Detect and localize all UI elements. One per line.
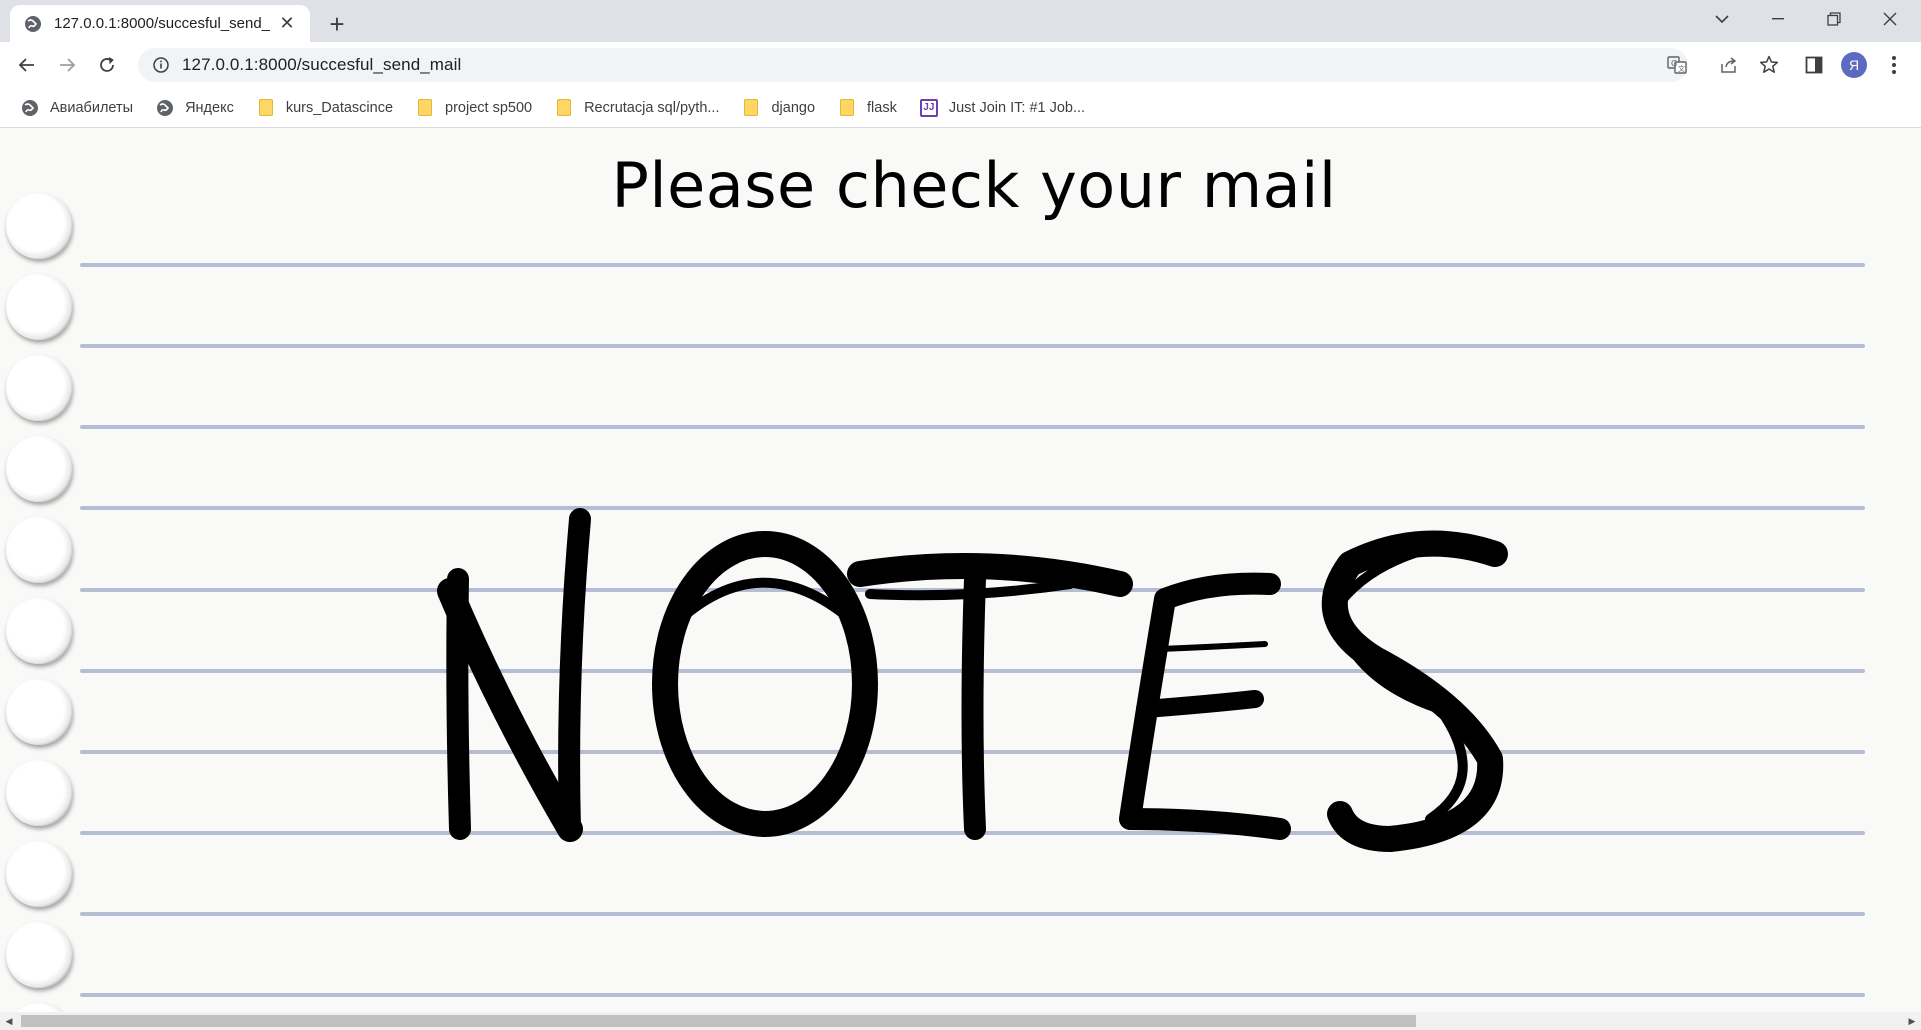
scroll-right-arrow-icon[interactable]: ▶ [1903,1012,1921,1030]
folder-icon [415,98,435,118]
svg-text:G: G [1671,59,1677,68]
share-icon[interactable] [1713,49,1745,81]
url-text: 127.0.0.1:8000/succesful_send_mail [182,55,462,74]
page-viewport: Please check your mail [0,129,1921,1012]
binding-ring [6,841,72,907]
new-tab-button[interactable]: + [322,9,352,39]
bookmark-label: project sp500 [445,99,533,116]
notes-handwritten-image [437,508,1508,852]
bookmarks-bar: Авиабилеты Яндекс kurs_Datascince projec… [0,88,1921,128]
bookmark-label: Яндекс [185,99,234,116]
justjoinit-icon: JJ [919,98,939,118]
page-heading: Please check your mail [611,149,1337,222]
minimize-icon[interactable] [1750,0,1806,38]
bookmark-label: django [771,99,816,116]
notebook-rule [80,263,1865,267]
scroll-left-arrow-icon[interactable]: ◀ [0,1012,18,1030]
title-bar: 127.0.0.1:8000/succesful_send_mail ✕ + [0,0,1921,42]
folder-icon [554,98,574,118]
bookmark-folder[interactable]: project sp500 [411,93,542,123]
avatar: Я [1841,52,1867,78]
globe-icon [24,15,42,33]
bookmark-folder[interactable]: flask [833,93,907,123]
horizontal-scrollbar[interactable]: ◀ ▶ [0,1012,1921,1030]
svg-text:文: 文 [1678,64,1685,73]
tab-search-icon[interactable] [1694,0,1750,38]
active-tab[interactable]: 127.0.0.1:8000/succesful_send_mail ✕ [10,5,310,42]
globe-icon [20,98,40,118]
binding-ring [6,517,72,583]
site-info-icon[interactable] [152,56,170,74]
profile-avatar[interactable]: Я [1838,49,1870,81]
bookmark-label: flask [867,99,897,116]
bookmark-label: Авиабилеты [50,99,134,116]
binding-ring [6,193,72,259]
binding-ring [6,679,72,745]
translate-icon[interactable]: G 文 [1660,48,1694,82]
bookmark-label: Just Join IT: #1 Job... [948,99,1086,116]
forward-arrow-icon[interactable] [51,49,83,81]
address-bar[interactable]: 127.0.0.1:8000/succesful_send_mail G 文 [138,48,1688,82]
side-panel-icon[interactable] [1798,49,1830,81]
close-tab-icon[interactable]: ✕ [276,13,298,35]
bookmark-label: Recrutacja sql/pyth... [584,99,720,116]
binding-ring [6,1003,72,1012]
notebook-rule [80,912,1865,916]
bookmark-label: kurs_Datascince [285,99,394,116]
back-arrow-icon[interactable] [11,49,43,81]
notebook-rule [80,344,1865,348]
reload-icon[interactable] [91,49,123,81]
bookmark-star-icon[interactable] [1753,49,1785,81]
binding-ring [6,355,72,421]
bookmark-item[interactable]: Яндекс [151,93,244,123]
bookmark-item[interactable]: Авиабилеты [16,93,143,123]
browser-toolbar: 127.0.0.1:8000/succesful_send_mail G 文 Я [0,42,1921,88]
tab-title: 127.0.0.1:8000/succesful_send_mail [54,15,270,32]
restore-icon[interactable] [1806,0,1862,38]
bookmark-folder[interactable]: kurs_Datascince [252,93,403,123]
globe-icon [155,98,175,118]
binding-ring [6,598,72,664]
bookmark-item[interactable]: JJ Just Join IT: #1 Job... [915,93,1095,123]
binding-ring [6,760,72,826]
notebook-rule [80,425,1865,429]
binding-ring [6,922,72,988]
folder-icon [837,98,857,118]
binding-ring [6,436,72,502]
folder-icon [256,98,276,118]
notebook-rule [80,993,1865,997]
menu-kebab-icon[interactable] [1878,49,1910,81]
binding-ring [6,274,72,340]
bookmark-folder[interactable]: django [737,93,825,123]
scrollbar-thumb[interactable] [21,1015,1416,1027]
bookmark-folder[interactable]: Recrutacja sql/pyth... [550,93,729,123]
folder-icon [741,98,761,118]
close-window-icon[interactable] [1862,0,1918,38]
